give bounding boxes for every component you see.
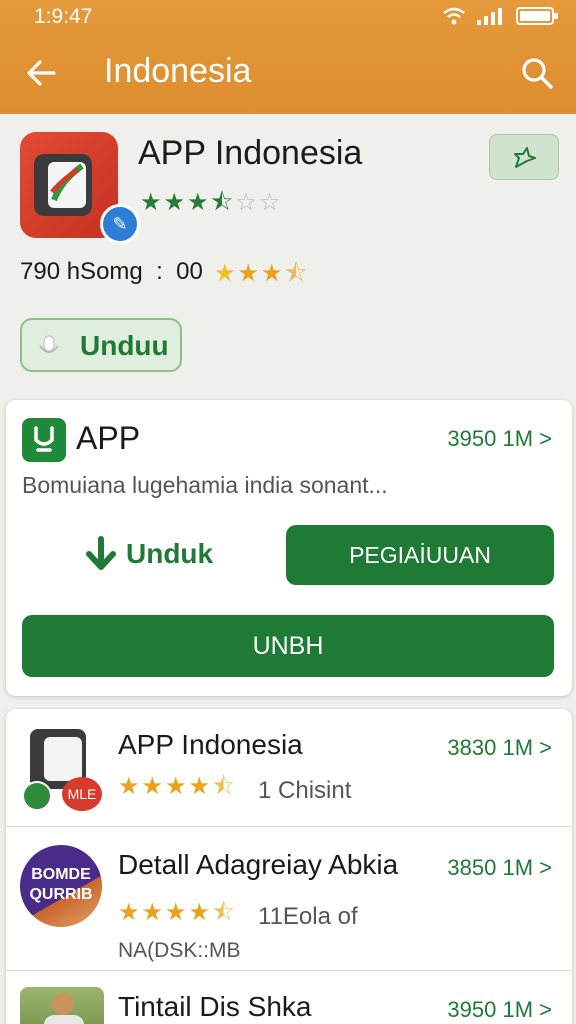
stats-rating-stars: ★ ★ ★ ⯪ — [214, 262, 307, 286]
microphone-icon — [39, 335, 59, 353]
list-item-stars: ★ ★ ★ ★ ⯪ — [118, 775, 235, 799]
star-half-icon: ⯪ — [212, 773, 235, 800]
share-button[interactable] — [489, 134, 559, 180]
wifi-icon — [443, 7, 465, 25]
verified-badge-icon: ✎ — [100, 204, 140, 244]
featured-app-size-link[interactable]: 3950 1M > — [447, 426, 552, 452]
list-item-size[interactable]: 3830 1M > — [447, 735, 552, 761]
list-item[interactable]: MLE APP Indonesia 3830 1M > ★ ★ ★ ★ ⯪ 1 … — [6, 709, 572, 827]
icon-text: QURRIB — [29, 886, 93, 903]
app-rating-stars: ★ ★ ★ ⯪ ☆ ☆ — [140, 191, 280, 215]
star-half-icon: ⯪ — [284, 260, 308, 287]
star-full-icon: ★ — [163, 189, 186, 216]
list-app-icon — [20, 987, 104, 1024]
star-full-icon: ★ — [237, 260, 260, 287]
flag-swoosh-icon — [50, 163, 84, 202]
featured-app-icon — [22, 418, 66, 462]
icon-text: BOMDE — [31, 866, 91, 883]
list-item-size[interactable]: 3950 1M > — [447, 997, 552, 1023]
status-bar: 1:9:47 — [0, 0, 576, 34]
search-icon[interactable] — [520, 56, 554, 90]
list-item-subtitle: NA(DSK::MB — [118, 939, 241, 962]
list-item-size[interactable]: 3850 1M > — [447, 855, 552, 881]
app-list: MLE APP Indonesia 3830 1M > ★ ★ ★ ★ ⯪ 1 … — [6, 709, 572, 1024]
star-full-icon: ★ — [118, 899, 140, 926]
star-full-icon: ★ — [141, 899, 164, 926]
battery-icon — [516, 7, 558, 25]
list-item-title: Detall Adagreiay Abkia — [118, 849, 399, 880]
app-stats: 790 hSomg : 00 — [20, 258, 203, 285]
phone-screen-graphic — [48, 162, 86, 208]
star-full-icon: ★ — [188, 899, 211, 926]
list-item-meta: 1 Chisint — [258, 777, 352, 804]
phone-screen-graphic — [44, 737, 82, 781]
download-shield-icon — [34, 426, 54, 452]
list-item[interactable]: BOMDE QURRIB Detall Adagreiay Abkia 3850… — [6, 827, 572, 971]
star-empty-icon: ☆ — [235, 189, 257, 216]
download-link[interactable]: Unduk — [84, 536, 213, 572]
star-full-icon: ★ — [187, 189, 209, 216]
download-arrow-icon — [86, 536, 116, 570]
app-name: APP Indonesia — [138, 134, 363, 172]
app-bar: 1:9:47 Indonesia — [0, 0, 576, 114]
avatar — [22, 781, 52, 811]
star-full-icon: ★ — [261, 260, 283, 287]
star-full-icon: ★ — [214, 260, 236, 287]
star-full-icon: ★ — [165, 773, 187, 800]
install-button-label: Unduu — [80, 330, 169, 361]
download-label: Unduk — [126, 538, 214, 569]
secondary-action-button[interactable]: PEGIAİUUAN — [286, 525, 554, 585]
star-half-icon: ⯪ — [212, 899, 235, 926]
person-body-graphic — [44, 1015, 84, 1024]
list-app-icon: MLE — [20, 725, 102, 811]
list-item-title: Tintail Dis Shka — [118, 991, 312, 1022]
star-empty-icon: ☆ — [258, 189, 281, 216]
status-icons — [442, 6, 560, 26]
back-arrow-icon[interactable] — [24, 56, 58, 90]
install-button[interactable]: Unduu — [20, 318, 182, 372]
star-full-icon: ★ — [140, 189, 162, 216]
signal-icon — [477, 8, 502, 25]
share-icon — [514, 147, 536, 168]
list-item-stars: ★ ★ ★ ★ ⯪ — [118, 901, 235, 925]
status-time: 1:9:47 — [34, 5, 93, 28]
featured-app-card: APP 3950 1M > Bomuiana lugehamia india s… — [6, 400, 572, 696]
person-head-graphic — [52, 993, 74, 1015]
star-full-icon: ★ — [141, 773, 164, 800]
list-item-meta: 11Eola of — [258, 903, 358, 930]
featured-app-description: Bomuiana lugehamia india sonant... — [22, 472, 388, 498]
featured-app-title: APP — [76, 420, 141, 456]
list-app-icon: BOMDE QURRIB — [20, 845, 102, 927]
page-title: Indonesia — [104, 52, 252, 90]
star-full-icon: ★ — [118, 773, 140, 800]
app-icon: ✎ — [20, 132, 140, 244]
star-half-icon: ⯪ — [210, 189, 234, 216]
star-full-icon: ★ — [165, 899, 187, 926]
list-item[interactable]: Tintail Dis Shka 3950 1M > — [6, 971, 572, 1024]
icon-badge: MLE — [62, 777, 102, 811]
list-item-title: APP Indonesia — [118, 729, 303, 760]
star-full-icon: ★ — [188, 773, 211, 800]
primary-action-button[interactable]: UNBH — [22, 615, 554, 677]
